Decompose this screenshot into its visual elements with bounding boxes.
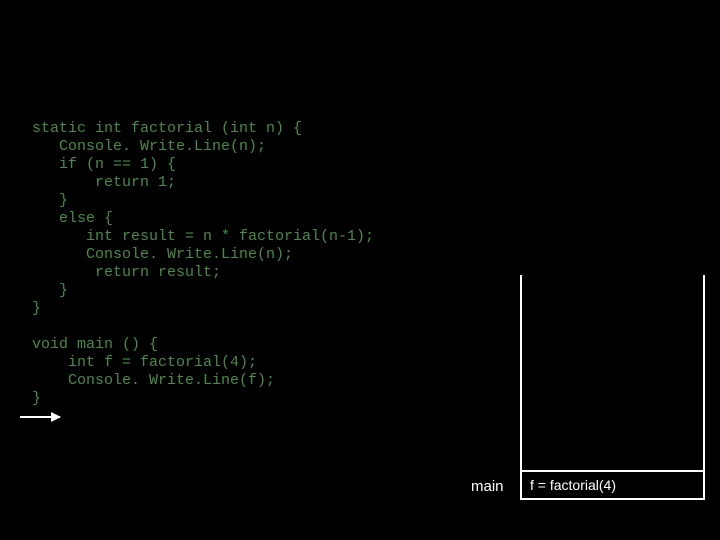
stack-frame-content: f = factorial(4)	[530, 477, 616, 493]
call-stack-box: f = factorial(4)	[520, 275, 705, 500]
execution-pointer-arrow-icon	[20, 416, 60, 418]
stack-frame-label: main	[471, 478, 504, 495]
code-listing: static int factorial (int n) { Console. …	[32, 120, 374, 408]
stack-frame: f = factorial(4)	[522, 470, 703, 498]
